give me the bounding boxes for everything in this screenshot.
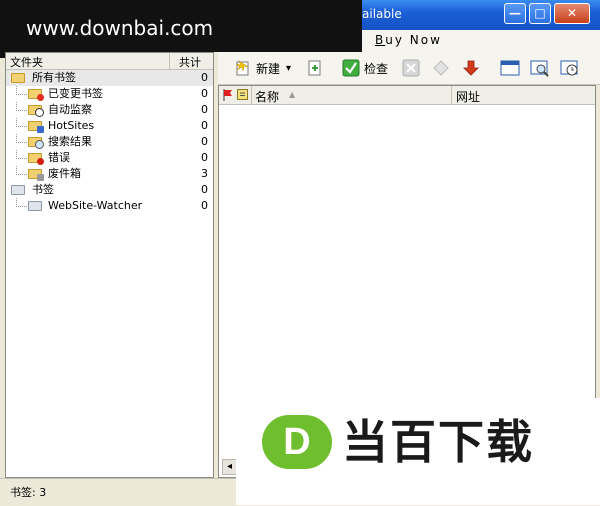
tree-item-search-results[interactable]: 搜索结果 0 xyxy=(6,134,213,150)
column-header-url[interactable]: 网址 xyxy=(456,88,480,105)
folder-icon xyxy=(11,73,25,83)
tree-item-count: 0 xyxy=(201,199,208,212)
new-label: 新建 xyxy=(256,61,281,76)
window-title: ailable xyxy=(362,7,402,21)
tree-line xyxy=(16,86,27,95)
changed-folder-icon xyxy=(28,89,44,101)
brand-name: 当百下载 xyxy=(342,415,534,469)
magnifier-badge-icon xyxy=(35,140,44,149)
menu-buy-now-accel: B xyxy=(375,33,386,47)
tree-line xyxy=(16,134,27,143)
folder-icon xyxy=(11,185,25,195)
error-badge-icon xyxy=(37,158,44,165)
tree-item-label: 已变更书签 xyxy=(48,87,103,100)
download-button[interactable] xyxy=(462,58,480,78)
tree-item-changed-bookmarks[interactable]: 已变更书签 0 xyxy=(6,86,213,102)
maximize-button[interactable]: □ xyxy=(529,3,551,24)
menu-buy-now[interactable]: Buy Now xyxy=(375,33,442,47)
bookmark-list-header: 名称 ▲ 网址 xyxy=(219,86,595,105)
tree-item-label: 搜索结果 xyxy=(48,135,92,148)
check-button[interactable]: 检查 xyxy=(342,58,388,78)
trash-badge-icon xyxy=(37,174,44,181)
close-button[interactable]: ✕ xyxy=(554,3,590,24)
new-button[interactable]: 新建 ▾ xyxy=(234,58,291,78)
tree-item-label: WebSite-Watcher xyxy=(48,199,143,212)
tree-line xyxy=(16,118,27,127)
error-folder-icon xyxy=(28,153,44,165)
add-page-icon xyxy=(306,59,324,77)
diamond-icon xyxy=(432,59,450,77)
check-label: 检查 xyxy=(364,61,389,76)
tree-line xyxy=(16,150,27,159)
tree-item-count: 0 xyxy=(201,103,208,116)
folder-icon xyxy=(28,201,42,211)
tree-item-label: 自动监察 xyxy=(48,103,92,116)
note-icon[interactable] xyxy=(237,89,248,103)
schedule-button[interactable] xyxy=(560,58,578,78)
tree-item-auto-watch[interactable]: 自动监察 0 xyxy=(6,102,213,118)
tree-item-bookmarks[interactable]: 书签 0 xyxy=(6,182,213,198)
tree-item-errors[interactable]: 错误 0 xyxy=(6,150,213,166)
arrow-down-icon xyxy=(462,59,480,77)
flag-icon[interactable] xyxy=(223,89,233,104)
tree-item-count: 0 xyxy=(201,87,208,100)
menu-buy-now-label: uy Now xyxy=(385,33,442,47)
minimize-button[interactable]: — xyxy=(504,3,526,24)
tree-item-hotsites[interactable]: HotSites 0 xyxy=(6,118,213,134)
tree-item-count: 0 xyxy=(201,119,208,132)
brand-logo-icon: D xyxy=(262,415,332,469)
tree-item-count: 0 xyxy=(201,71,208,84)
add-page-button[interactable] xyxy=(306,58,324,78)
clock-badge-icon xyxy=(35,108,44,117)
folder-tree-pane: 文件夹 共计 所有书签 0 已变更书签 0 自动监察 0 HotSites 0 … xyxy=(5,52,214,478)
tree-item-trash[interactable]: 废件箱 3 xyxy=(6,166,213,182)
tree-line xyxy=(16,166,27,175)
header-divider xyxy=(251,86,252,104)
search-icon xyxy=(530,59,549,77)
tree-line xyxy=(16,102,27,111)
search-button[interactable] xyxy=(530,58,549,78)
brand-watermark: D 当百下载 xyxy=(236,398,600,505)
h-badge-icon xyxy=(37,126,44,133)
new-bookmark-icon xyxy=(234,59,252,77)
column-header-folder[interactable]: 文件夹 xyxy=(10,54,43,70)
tree-item-count: 0 xyxy=(201,151,208,164)
tree-item-all-bookmarks[interactable]: 所有书签 0 xyxy=(6,70,213,86)
header-divider xyxy=(451,86,452,104)
brand-logo-letter: D xyxy=(283,421,311,463)
column-header-total[interactable]: 共计 xyxy=(179,54,201,70)
folder-tree-header: 文件夹 共计 xyxy=(6,53,213,70)
tree-item-label: 书签 xyxy=(32,183,54,196)
clock-icon xyxy=(560,59,578,77)
tree-item-label: HotSites xyxy=(48,119,95,132)
sort-ascending-icon: ▲ xyxy=(289,90,296,99)
mark-button[interactable] xyxy=(432,58,450,78)
alert-badge-icon xyxy=(37,94,44,101)
tree-item-label: 所有书签 xyxy=(32,71,76,84)
auto-watch-folder-icon xyxy=(28,105,44,117)
window-icon xyxy=(500,59,520,77)
scroll-left-button[interactable]: ◂ xyxy=(222,459,237,475)
header-divider xyxy=(169,53,170,69)
toolbar: 新建 ▾ 检查 xyxy=(218,52,600,85)
tree-line xyxy=(16,198,27,207)
tree-item-label: 废件箱 xyxy=(48,167,81,180)
stop-icon xyxy=(402,59,420,77)
search-folder-icon xyxy=(28,137,44,149)
trash-folder-icon xyxy=(28,169,44,181)
window-view-button[interactable] xyxy=(500,58,520,78)
tree-item-count: 0 xyxy=(201,183,208,196)
tree-item-label: 错误 xyxy=(48,151,70,164)
column-header-name[interactable]: 名称 xyxy=(255,88,279,105)
chevron-down-icon[interactable]: ▾ xyxy=(286,63,291,74)
watermark-banner: www.downbai.com xyxy=(0,0,362,58)
status-bookmark-count: 书签: 3 xyxy=(10,486,47,499)
stop-button[interactable] xyxy=(402,58,420,78)
hotsites-folder-icon xyxy=(28,121,44,133)
check-icon xyxy=(342,59,360,77)
tree-item-website-watcher[interactable]: WebSite-Watcher 0 xyxy=(6,198,213,214)
tree-item-count: 0 xyxy=(201,135,208,148)
tree-item-count: 3 xyxy=(201,167,208,180)
